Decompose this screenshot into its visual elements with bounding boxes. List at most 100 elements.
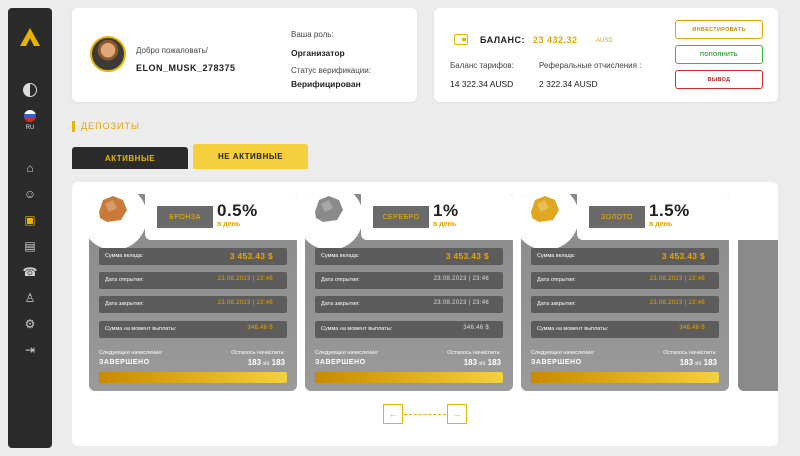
percent-value: 0.5% — [217, 201, 258, 220]
remaining-label: Осталось начислить: — [663, 350, 717, 356]
payout-row: Сумма на момент выплаты: 346.46 $ — [531, 321, 719, 338]
opened-label: Дата открытия: — [321, 277, 360, 283]
person-icon[interactable]: ♙ — [20, 288, 40, 308]
verification-label: Статус верификации: — [291, 66, 371, 75]
progress-bar — [531, 372, 719, 383]
closed-value: 23.08.2023 | 23:46 — [433, 300, 489, 306]
progress-bar — [315, 372, 503, 383]
metal-tag: СЕРЕБРО — [373, 206, 429, 228]
payout-row: Сумма на момент выплаты: 346.46 $ — [315, 321, 503, 338]
section-marker — [72, 121, 75, 132]
remaining-value: 183 из 183 — [464, 358, 501, 367]
closed-label: Дата закрытия: — [537, 301, 576, 307]
closed-value: 23.08.2023 | 23:46 — [217, 300, 273, 306]
home-icon[interactable]: ⌂ — [20, 158, 40, 178]
remaining-label: Осталось начислить: — [231, 350, 285, 356]
remaining-count: 183 — [463, 358, 478, 367]
total-count: 183 — [703, 358, 717, 367]
amount-row: Сумма вклада: 3 453.43 $ — [315, 248, 503, 265]
per-day-label: в день — [217, 221, 241, 228]
logout-icon[interactable]: ⇥ — [20, 340, 40, 360]
users-icon[interactable]: ☺ — [20, 184, 40, 204]
referral-value: 2 322.34 AUSD — [539, 79, 598, 89]
document-icon[interactable]: ▤ — [20, 236, 40, 256]
amount-value: 3 453.43 $ — [661, 251, 705, 261]
progress-fill — [99, 372, 287, 383]
closed-label: Дата закрытия: — [321, 301, 360, 307]
ore-image-frame — [521, 194, 579, 250]
arrow-left-icon: ← — [388, 409, 398, 419]
deposits-panel: БРОНЗА 0.5% в день Сумма вклада: 3 453.4… — [72, 182, 778, 446]
closed-value: 23.08.2023 | 23:46 — [649, 300, 705, 306]
amount-value: 3 453.43 $ — [445, 251, 489, 261]
arrow-right-icon: → — [452, 409, 462, 419]
opened-label: Дата открытия: — [537, 277, 576, 283]
theme-toggle-icon[interactable] — [20, 80, 40, 100]
closed-row: Дата закрытия: 23.08.2023 | 23:46 — [99, 296, 287, 313]
of-label: из — [263, 361, 270, 367]
next-accrual-label: Следующее начисление: — [315, 350, 379, 356]
language-flag-icon[interactable] — [20, 106, 40, 126]
balance-unit: AUSD — [596, 38, 613, 44]
settings-icon[interactable]: ⚙ — [20, 314, 40, 334]
withdraw-button[interactable]: ВЫВОД — [675, 70, 763, 89]
prev-arrow-button[interactable]: ← — [383, 404, 403, 424]
amount-row: Сумма вклада: 3 453.43 $ — [531, 248, 719, 265]
total-count: 183 — [487, 358, 501, 367]
tab-inactive[interactable]: НЕ АКТИВНЫЕ — [193, 144, 308, 169]
payout-value: 346.46 $ — [247, 325, 273, 331]
remaining-label: Осталось начислить: — [447, 350, 501, 356]
welcome-text: Добро пожаловать/ — [136, 46, 208, 55]
avatar[interactable] — [90, 36, 126, 72]
next-accrual-value: ЗАВЕРШЕНО — [99, 359, 150, 366]
deposit-card[interactable]: БРОНЗА 0.5% в день Сумма вклада: 3 453.4… — [89, 194, 297, 391]
closed-label: Дата закрытия: — [105, 301, 144, 307]
username: ELON_MUSK_278375 — [136, 63, 236, 73]
of-label: из — [695, 361, 702, 367]
role-label: Ваша роль: — [291, 30, 334, 39]
remaining-count: 183 — [247, 358, 262, 367]
remaining-count: 183 — [679, 358, 694, 367]
next-arrow-button[interactable]: → — [447, 404, 467, 424]
progress-fill — [315, 372, 503, 383]
sidebar: RU ⌂ ☺ ▣ ▤ ☎ ♙ ⚙ ⇥ — [8, 8, 52, 448]
payout-label: Сумма на момент выплаты: — [105, 326, 177, 332]
of-label: из — [479, 361, 486, 367]
progress-bar — [99, 372, 287, 383]
opened-value: 23.08.2023 | 23:46 — [433, 276, 489, 282]
amount-row: Сумма вклада: 3 453.43 $ — [99, 248, 287, 265]
next-accrual-value: ЗАВЕРШЕНО — [315, 359, 366, 366]
closed-row: Дата закрытия: 23.08.2023 | 23:46 — [531, 296, 719, 313]
amount-label: Сумма вклада: — [105, 253, 144, 259]
verification-value: Верифицирован — [291, 79, 361, 89]
language-label[interactable]: RU — [8, 125, 52, 131]
next-accrual-label: Следующее начисление: — [531, 350, 595, 356]
tab-active[interactable]: АКТИВНЫЕ — [72, 147, 188, 169]
deposit-card-partial[interactable] — [738, 194, 778, 391]
payout-row: Сумма на момент выплаты: 346.46 $ — [99, 321, 287, 338]
deposits-icon[interactable]: ▣ — [20, 210, 40, 230]
balance-title: БАЛАНС: — [480, 35, 526, 45]
amount-value: 3 453.43 $ — [229, 251, 273, 261]
payout-value: 346.46 $ — [463, 325, 489, 331]
carousel-indicator — [404, 414, 446, 415]
role-value: Организатор — [291, 48, 345, 58]
amount-label: Сумма вклада: — [321, 253, 360, 259]
topup-button[interactable]: ПОПОЛНИТЬ — [675, 45, 763, 64]
per-day-label: в день — [649, 221, 673, 228]
opened-row: Дата открытия: 23.08.2023 | 23:46 — [315, 272, 503, 289]
percent-value: 1% — [433, 201, 459, 220]
invest-button[interactable]: ИНВЕСТИРОВАТЬ — [675, 20, 763, 39]
progress-fill — [531, 372, 719, 383]
deposit-card[interactable]: ЗОЛОТО 1.5% в день Сумма вклада: 3 453.4… — [521, 194, 729, 391]
profile-card: Добро пожаловать/ ELON_MUSK_278375 Ваша … — [72, 8, 417, 102]
opened-label: Дата открытия: — [105, 277, 144, 283]
ore-image-frame — [305, 194, 363, 250]
remaining-value: 183 из 183 — [248, 358, 285, 367]
ore-icon — [99, 196, 127, 222]
deposit-card[interactable]: СЕРЕБРО 1% в день Сумма вклада: 3 453.43… — [305, 194, 513, 391]
remaining-value: 183 из 183 — [680, 358, 717, 367]
payout-label: Сумма на момент выплаты: — [321, 326, 393, 332]
support-icon[interactable]: ☎ — [20, 262, 40, 282]
logo-icon[interactable] — [20, 28, 40, 46]
